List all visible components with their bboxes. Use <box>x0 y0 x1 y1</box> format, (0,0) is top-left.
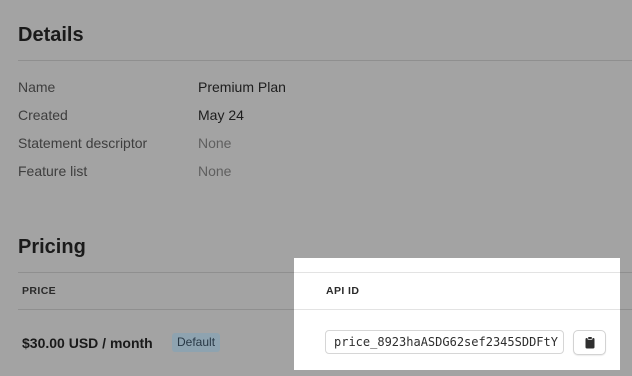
api-id-field[interactable]: price_8923haASDG62sef2345SDDFtY <box>325 330 564 354</box>
pricing-title: Pricing <box>18 236 86 258</box>
statement-descriptor-label: Statement descriptor <box>18 135 148 151</box>
details-divider <box>18 60 632 61</box>
name-value: Premium Plan <box>198 79 286 95</box>
api-id-column-header: API ID <box>326 285 360 297</box>
api-id-top-divider <box>294 272 620 273</box>
created-value: May 24 <box>198 107 244 123</box>
api-id-header-divider <box>294 309 620 310</box>
created-label: Created <box>18 107 68 123</box>
feature-list-value: None <box>198 163 232 179</box>
clipboard-icon <box>585 336 594 349</box>
api-id-highlight: API ID price_8923haASDG62sef2345SDDFtY <box>294 258 620 370</box>
details-title: Details <box>18 24 84 46</box>
copy-api-id-button[interactable] <box>573 330 606 355</box>
price-column-header: PRICE <box>22 285 57 297</box>
name-label: Name <box>18 79 56 95</box>
statement-descriptor-value: None <box>198 135 232 151</box>
feature-list-label: Feature list <box>18 163 88 179</box>
price-value: $30.00 USD / month <box>22 335 153 351</box>
default-badge: Default <box>172 333 221 352</box>
